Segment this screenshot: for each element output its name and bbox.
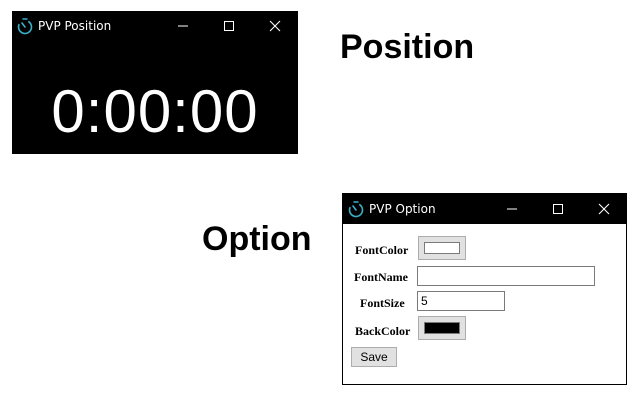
font-color-swatch xyxy=(424,242,460,254)
caption-option: Option xyxy=(202,220,312,258)
option-window-title: PVP Option xyxy=(369,202,436,216)
font-size-label: FontSize xyxy=(360,296,405,310)
option-close-button[interactable] xyxy=(581,194,627,224)
maximize-icon xyxy=(553,204,563,214)
font-color-button[interactable] xyxy=(418,236,466,260)
font-size-input[interactable]: 5 xyxy=(417,291,505,311)
timer-titlebar[interactable]: PVP Position xyxy=(12,11,298,41)
close-icon xyxy=(269,20,281,32)
option-minimize-button[interactable] xyxy=(489,194,535,224)
back-color-swatch xyxy=(424,322,460,334)
timer-display: 0:00:00 xyxy=(51,78,259,145)
option-maximize-button[interactable] xyxy=(535,194,581,224)
minimize-icon xyxy=(178,25,188,27)
timer-close-button[interactable] xyxy=(252,11,298,41)
minimize-icon xyxy=(507,208,517,210)
timer-minimize-button[interactable] xyxy=(160,11,206,41)
close-icon xyxy=(598,203,610,215)
maximize-icon xyxy=(224,21,234,31)
timer-icon xyxy=(348,201,364,218)
font-color-label: FontColor xyxy=(355,243,409,257)
save-button[interactable]: Save xyxy=(351,347,397,367)
back-color-label: BackColor xyxy=(355,324,411,338)
timer-maximize-button[interactable] xyxy=(206,11,252,41)
timer-window: PVP Position 0:00:00 xyxy=(12,11,298,154)
back-color-button[interactable] xyxy=(418,316,466,340)
option-titlebar[interactable]: PVP Option xyxy=(343,194,626,224)
page: PVP Position 0:00:00 Position Option PVP… xyxy=(0,0,640,400)
timer-window-title: PVP Position xyxy=(38,19,112,33)
option-window: PVP Option FontColor FontName FontSize 5… xyxy=(342,193,627,385)
font-name-input[interactable] xyxy=(417,266,595,286)
caption-position: Position xyxy=(340,28,475,66)
font-name-label: FontName xyxy=(354,270,408,284)
timer-icon xyxy=(17,18,33,35)
